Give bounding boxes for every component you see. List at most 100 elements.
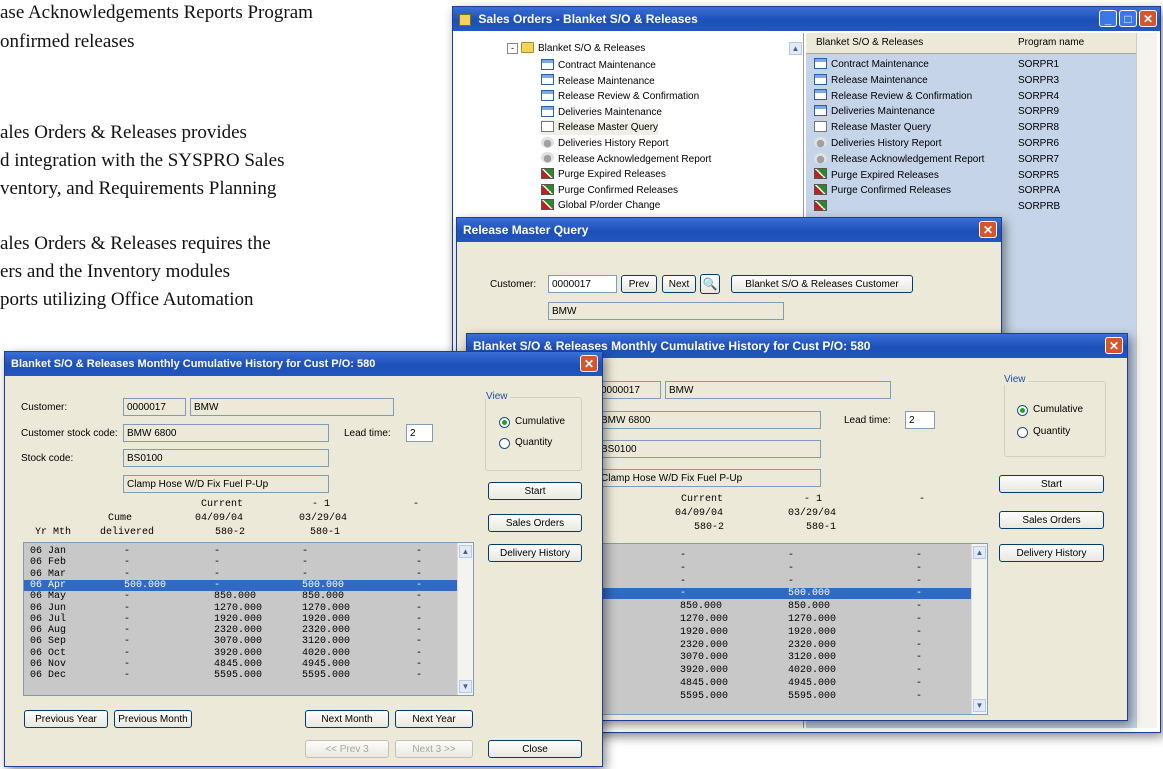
table-row[interactable]: 2320.000 2320.000 - bbox=[598, 640, 971, 651]
table-row[interactable]: 06 Aug - 2320.000 2320.000 - bbox=[24, 625, 457, 636]
table-row[interactable]: 06 Jan - - - - bbox=[24, 546, 457, 557]
next-year-button[interactable]: Next Year bbox=[395, 710, 473, 728]
table-row[interactable]: 06 May - 850.000 850.000 - bbox=[24, 591, 457, 602]
cell-minus1: 1270.000 bbox=[788, 614, 837, 625]
table-row[interactable]: 3070.000 3120.000 - bbox=[598, 652, 971, 663]
maximize-icon[interactable]: □ bbox=[1119, 10, 1137, 27]
list-item[interactable]: Release Review & Confirmation SORPR4 bbox=[814, 89, 1114, 105]
collapse-icon[interactable]: - bbox=[507, 43, 518, 54]
table-row[interactable]: --- bbox=[598, 576, 971, 587]
customer-lookup-button[interactable]: Blanket S/O & Releases Customer bbox=[731, 275, 913, 293]
table-row[interactable]: 4845.000 4945.000 - bbox=[598, 678, 971, 689]
release-query-title: Release Master Query bbox=[463, 223, 589, 237]
list-header-program[interactable]: Program name bbox=[1018, 33, 1084, 53]
cell-month: 06 May bbox=[30, 591, 67, 603]
table-row[interactable]: 1920.000 1920.000 - bbox=[598, 627, 971, 638]
close-icon[interactable]: ✕ bbox=[1105, 337, 1123, 354]
table-row[interactable]: --- bbox=[598, 550, 971, 561]
grid-scrollbar[interactable]: ▲ ▼ bbox=[457, 543, 473, 695]
table-row[interactable]: 06 Oct - 3920.000 4020.000 - bbox=[24, 648, 457, 659]
table-row[interactable]: 06 Mar - - - - bbox=[24, 569, 457, 580]
cell-minus1: 4945.000 bbox=[302, 659, 351, 670]
list-item[interactable]: Purge Expired Releases SORPR5 bbox=[814, 168, 1114, 184]
history-titlebar[interactable]: Blanket S/O & Releases Monthly Cumulativ… bbox=[5, 352, 602, 376]
next-button[interactable]: Next bbox=[662, 275, 696, 293]
list-item[interactable]: SORPRB bbox=[814, 199, 1114, 215]
tree-item[interactable]: Purge Expired Releases bbox=[541, 167, 666, 182]
close-icon[interactable]: ✕ bbox=[580, 355, 598, 372]
cell-minus1: 3120.000 bbox=[788, 652, 837, 664]
tree-item[interactable]: Release Acknowledgement Report bbox=[541, 152, 711, 167]
main-scrollbar[interactable] bbox=[1136, 33, 1157, 728]
delivery-history-button[interactable]: Delivery History bbox=[488, 544, 582, 562]
sales-orders-button[interactable]: Sales Orders bbox=[999, 511, 1104, 529]
customer-input[interactable]: 0000017 bbox=[548, 275, 617, 293]
minimize-icon[interactable]: _ bbox=[1099, 10, 1117, 27]
tree-item[interactable]: Global P/order Change bbox=[541, 198, 660, 213]
table-row[interactable]: 06 Sep - 3070.000 3120.000 - bbox=[24, 636, 457, 647]
tree-item[interactable]: Purge Confirmed Releases bbox=[541, 183, 678, 198]
scroll-down-icon[interactable]: ▼ bbox=[459, 680, 472, 693]
history-grid[interactable]: 06 Jan - - - -06 Feb - - - -06 Mar - - - -06 Apr 500.… bbox=[23, 542, 474, 696]
list-item[interactable]: Purge Confirmed Releases SORPRA bbox=[814, 183, 1114, 199]
table-row[interactable]: 5595.000 5595.000 - bbox=[598, 691, 971, 702]
tree-root-item[interactable]: - Blanket S/O & Releases bbox=[507, 41, 645, 56]
list-header-name[interactable]: Blanket S/O & Releases bbox=[816, 33, 923, 53]
scroll-up-icon[interactable]: ▲ bbox=[459, 545, 472, 558]
cumulative-radio[interactable] bbox=[1017, 405, 1028, 416]
cell-month: 06 Nov bbox=[30, 659, 67, 670]
close-button[interactable]: Close bbox=[488, 740, 582, 758]
close-icon[interactable]: ✕ bbox=[979, 221, 997, 238]
cell-minus1: 500.000 bbox=[302, 579, 345, 591]
table-row[interactable]: 3920.000 4020.000 - bbox=[598, 665, 971, 676]
table-row[interactable]: 06 Feb - - - - bbox=[24, 557, 457, 568]
cumulative-radio[interactable] bbox=[499, 417, 510, 428]
next-3-button[interactable]: Next 3 >> bbox=[395, 740, 473, 758]
cell-month: 06 Jun bbox=[30, 602, 67, 614]
scroll-down-icon[interactable]: ▼ bbox=[973, 699, 986, 712]
prev-3-button[interactable]: << Prev 3 bbox=[305, 740, 389, 758]
tree-item-label: Contract Maintenance bbox=[558, 60, 656, 71]
tree-scroll-up-icon[interactable]: ▲ bbox=[789, 42, 802, 55]
grid-scrollbar[interactable]: ▲ ▼ bbox=[971, 544, 987, 714]
tree-item[interactable]: Deliveries History Report bbox=[541, 136, 669, 151]
next-month-button[interactable]: Next Month bbox=[305, 710, 389, 728]
release-query-titlebar[interactable]: Release Master Query ✕ bbox=[457, 218, 1001, 242]
close-icon[interactable]: ✕ bbox=[1139, 10, 1157, 27]
table-row[interactable]: 850.000 850.000 - bbox=[598, 601, 971, 612]
table-row[interactable]: 06 Jun - 1270.000 1270.000 - bbox=[24, 603, 457, 614]
table-row[interactable]: --- bbox=[598, 563, 971, 574]
list-item[interactable]: Deliveries History Report SORPR6 bbox=[814, 136, 1114, 152]
list-item[interactable]: Contract Maintenance SORPR1 bbox=[814, 57, 1114, 73]
history-grid[interactable]: - - - - - - - - - -500.000-850.000 850.000-1270.00… bbox=[597, 543, 988, 715]
prev-button[interactable]: Prev bbox=[621, 275, 657, 293]
scroll-up-icon[interactable]: ▲ bbox=[973, 546, 986, 559]
tree-item[interactable]: Deliveries Maintenance bbox=[541, 105, 662, 120]
main-window-titlebar[interactable]: Sales Orders - Blanket S/O & Releases _ … bbox=[453, 7, 1160, 31]
list-item[interactable]: Release Master Query SORPR8 bbox=[814, 120, 1114, 136]
table-row[interactable]: 06 Apr 500.000 - 500.000 - bbox=[24, 579, 457, 591]
previous-year-button[interactable]: Previous Year bbox=[24, 710, 108, 728]
tree-item[interactable]: Release Review & Confirmation bbox=[541, 89, 699, 104]
quantity-radio[interactable] bbox=[1017, 427, 1028, 438]
sales-orders-button[interactable]: Sales Orders bbox=[488, 514, 582, 532]
previous-month-button[interactable]: Previous Month bbox=[114, 710, 192, 728]
tree-item[interactable]: Contract Maintenance bbox=[541, 58, 656, 73]
table-row[interactable]: 06 Jul - 1920.000 1920.000 - bbox=[24, 614, 457, 625]
list-item[interactable]: Deliveries Maintenance SORPR9 bbox=[814, 104, 1114, 120]
tree-item[interactable]: Release Maintenance bbox=[541, 74, 655, 89]
delivery-history-button[interactable]: Delivery History bbox=[999, 544, 1104, 562]
start-button[interactable]: Start bbox=[488, 482, 582, 500]
table-row[interactable]: 06 Nov - 4845.000 4945.000 - bbox=[24, 659, 457, 670]
list-item[interactable]: Release Maintenance SORPR3 bbox=[814, 73, 1114, 89]
search-icon[interactable]: 🔍 bbox=[700, 274, 720, 294]
tree-item[interactable]: Release Master Query bbox=[541, 120, 659, 136]
start-button[interactable]: Start bbox=[999, 475, 1104, 493]
quantity-radio[interactable] bbox=[499, 438, 510, 449]
cell-cume: - bbox=[124, 557, 131, 569]
table-row[interactable]: 1270.000 1270.000 - bbox=[598, 614, 971, 625]
table-row[interactable]: 06 Dec - 5595.000 5595.000 - bbox=[24, 670, 457, 681]
cell-current: 4845.000 bbox=[214, 659, 263, 670]
table-row[interactable]: - 500.000 - bbox=[598, 588, 971, 600]
list-item[interactable]: Release Acknowledgement Report SORPR7 bbox=[814, 152, 1114, 168]
